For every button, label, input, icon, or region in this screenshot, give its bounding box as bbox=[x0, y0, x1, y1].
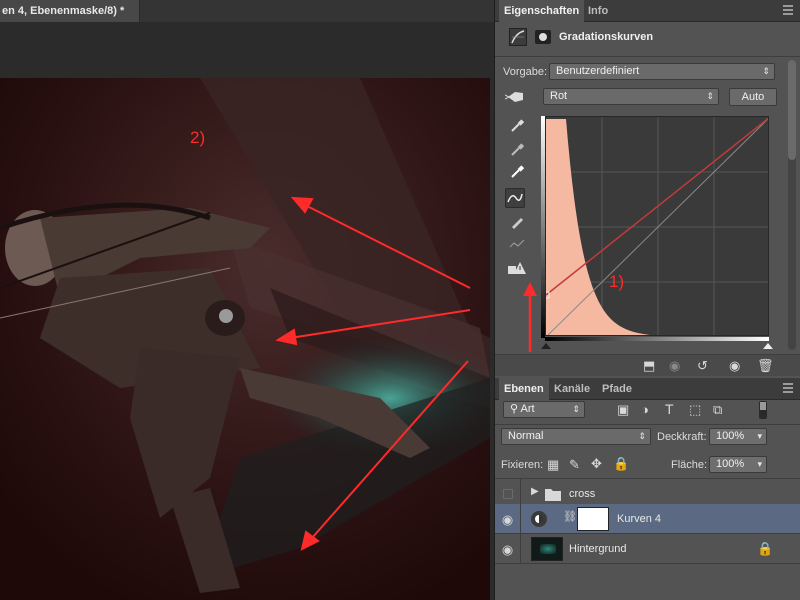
tab-pfade[interactable]: Pfade bbox=[597, 378, 637, 400]
black-slider-handle[interactable] bbox=[541, 343, 551, 349]
panel-menu-icon[interactable] bbox=[783, 5, 793, 15]
properties-scrollbar[interactable] bbox=[788, 60, 796, 350]
filter-adjustment-icon[interactable]: ◑ bbox=[641, 403, 649, 416]
visibility-toggle[interactable]: ◉ bbox=[495, 504, 521, 534]
layers-panel-menu-icon[interactable] bbox=[783, 383, 793, 393]
opacity-value: 100% bbox=[716, 430, 745, 442]
updown-icon: ⇕ bbox=[762, 66, 770, 76]
white-slider-handle[interactable] bbox=[763, 343, 773, 349]
layer-mask-thumbnail[interactable] bbox=[577, 507, 609, 531]
properties-title: Gradationskurven bbox=[559, 31, 654, 43]
fill-field[interactable]: 100% ▾ bbox=[709, 456, 767, 473]
filter-type-icon[interactable]: T bbox=[665, 402, 674, 416]
layers-tabbar: Ebenen Kanäle Pfade bbox=[495, 378, 800, 400]
chain-link-icon[interactable]: ⛓ bbox=[563, 512, 577, 523]
lock-label: Fixieren: bbox=[501, 459, 544, 471]
document-image[interactable] bbox=[0, 78, 490, 600]
filter-shape-icon[interactable]: ⬚ bbox=[689, 403, 701, 416]
pencil-icon[interactable] bbox=[507, 212, 527, 232]
annotation-label-2: 2) bbox=[190, 128, 206, 147]
properties-footer: ⬒ ◉ ↺ ◉ 🗑 bbox=[495, 354, 800, 376]
view-previous-icon[interactable]: ◉ bbox=[669, 359, 680, 372]
annotation-arrow-up bbox=[523, 282, 537, 352]
channel-select[interactable]: Rot ⇕ bbox=[543, 88, 719, 105]
eye-icon: ◉ bbox=[501, 511, 514, 527]
reset-icon[interactable]: ↺ bbox=[697, 359, 708, 372]
curves-graph[interactable] bbox=[545, 116, 769, 336]
blend-mode-value: Normal bbox=[508, 430, 544, 442]
annotation-label-1: 1) bbox=[609, 272, 625, 291]
clipping-warning-icon[interactable] bbox=[507, 258, 527, 278]
preset-value: Benutzerdefiniert bbox=[556, 65, 640, 77]
trash-icon[interactable]: 🗑 bbox=[757, 359, 774, 372]
white-point-eyedropper-icon[interactable] bbox=[507, 162, 527, 182]
input-gradient-bar bbox=[545, 337, 769, 341]
lock-position-icon[interactable]: ✥ bbox=[591, 457, 602, 470]
tab-kanaele[interactable]: Kanäle bbox=[549, 378, 595, 400]
layer-row-kurven-4[interactable]: ◉ ⛓ Kurven 4 bbox=[495, 504, 800, 534]
layer-filter-select[interactable]: ⚲ Art ⇕ bbox=[503, 401, 585, 418]
preset-select[interactable]: Benutzerdefiniert ⇕ bbox=[549, 63, 775, 80]
search-icon: ⚲ bbox=[510, 403, 521, 415]
tab-eigenschaften[interactable]: Eigenschaften bbox=[499, 0, 585, 22]
gray-point-eyedropper-icon[interactable] bbox=[507, 140, 527, 160]
black-point-eyedropper-icon[interactable] bbox=[507, 116, 527, 136]
updown-icon: ⇕ bbox=[572, 404, 580, 414]
document-tab[interactable]: en 4, Ebenenmaske/8) * bbox=[0, 0, 140, 22]
curves-svg bbox=[546, 117, 768, 335]
tab-ebenen[interactable]: Ebenen bbox=[499, 378, 549, 400]
lock-transparency-icon[interactable]: ▦ bbox=[547, 458, 559, 471]
curve-point-tool-icon[interactable] bbox=[505, 188, 525, 208]
folder-icon bbox=[545, 489, 561, 501]
fill-label: Fläche: bbox=[671, 459, 708, 471]
curves-adjustment-icon bbox=[509, 28, 527, 46]
filter-pixel-icon[interactable]: ▣ bbox=[617, 403, 629, 416]
layer-row-hintergrund[interactable]: ◉ Hintergrund 🔒 bbox=[495, 534, 800, 564]
updown-icon: ⇕ bbox=[638, 431, 646, 441]
expand-triangle-icon[interactable]: ▶ bbox=[531, 487, 539, 497]
lock-all-icon[interactable]: 🔒 bbox=[613, 457, 629, 470]
adjustment-layer-icon bbox=[531, 511, 547, 527]
visibility-toggle[interactable]: ◉ bbox=[495, 534, 521, 564]
visibility-off-icon bbox=[502, 489, 513, 499]
clip-to-layer-icon[interactable]: ⬒ bbox=[643, 359, 655, 372]
updown-icon: ⇕ bbox=[706, 91, 714, 101]
opacity-label: Deckkraft: bbox=[657, 431, 707, 443]
layer-name: Kurven 4 bbox=[617, 513, 662, 525]
smooth-icon[interactable] bbox=[507, 234, 527, 254]
tab-info[interactable]: Info bbox=[583, 0, 613, 22]
layer-thumbnail bbox=[531, 537, 563, 561]
auto-button[interactable]: Auto bbox=[729, 88, 777, 106]
chevron-down-icon: ▾ bbox=[757, 431, 762, 441]
lock-paint-icon[interactable]: ✎ bbox=[569, 458, 580, 471]
preset-label: Vorgabe: bbox=[503, 66, 548, 78]
document-tabbar bbox=[140, 0, 494, 22]
target-adjust-icon[interactable] bbox=[504, 88, 527, 106]
mask-icon[interactable] bbox=[535, 30, 551, 44]
layer-name: Hintergrund bbox=[569, 543, 627, 555]
visibility-eye-icon[interactable]: ◉ bbox=[729, 359, 740, 372]
lock-icon: 🔒 bbox=[757, 541, 774, 556]
blend-mode-select[interactable]: Normal ⇕ bbox=[501, 428, 651, 445]
chevron-down-icon: ▾ bbox=[757, 459, 762, 469]
properties-tabbar: Eigenschaften Info bbox=[495, 0, 800, 22]
scrollbar-thumb[interactable] bbox=[788, 60, 796, 160]
channel-value: Rot bbox=[550, 90, 568, 102]
fill-value: 100% bbox=[716, 458, 745, 470]
filter-smartobject-icon[interactable]: ⧉ bbox=[713, 403, 722, 416]
eye-icon: ◉ bbox=[501, 541, 514, 557]
canvas-area[interactable]: 2) bbox=[0, 22, 494, 600]
opacity-field[interactable]: 100% ▾ bbox=[709, 428, 767, 445]
filter-toggle[interactable] bbox=[759, 401, 767, 419]
photo-archer bbox=[0, 78, 490, 600]
filter-value: Art bbox=[520, 403, 535, 415]
